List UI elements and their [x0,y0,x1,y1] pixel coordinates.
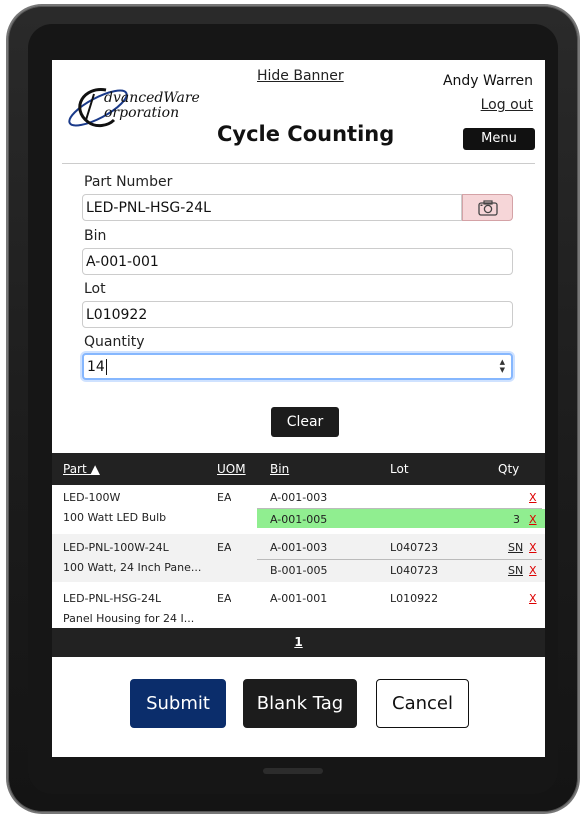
row-description: Panel Housing for 24 I... [63,612,195,625]
bin-label: Bin [84,228,107,244]
cancel-button[interactable]: Cancel [376,679,469,728]
lot-input[interactable]: L010922 [82,301,513,328]
row-lot: L040723 [390,541,439,554]
pagination-bar: 1 [52,628,545,657]
row-bin: A-001-001 [270,592,328,605]
blank-tag-button[interactable]: Blank Tag [243,679,357,728]
grid-header: Part ▲ UOM Bin Lot Qty [52,453,545,485]
hide-banner-link[interactable]: Hide Banner [257,68,344,84]
logo-text-line2: orporation [104,105,180,121]
row-uom: EA [217,491,232,504]
row-description: 100 Watt LED Bulb [63,511,167,524]
serial-number-link[interactable]: SN [508,541,523,554]
serial-number-link[interactable]: SN [508,564,523,577]
page-link[interactable]: 1 [294,635,302,649]
column-header-uom[interactable]: UOM [217,462,246,476]
lot-label: Lot [84,281,106,297]
page-title: Cycle Counting [217,122,395,146]
row-part: LED-100W [63,491,121,504]
remove-bin-button[interactable]: X [529,541,537,554]
column-header-qty: Qty [498,462,520,476]
row-lot: L010922 [390,592,439,605]
row-uom: EA [217,592,232,605]
row-bin: A-001-003 [270,491,328,504]
column-header-lot: Lot [390,462,409,476]
row-part: LED-PNL-HSG-24L [63,592,162,605]
remove-bin-button[interactable]: X [529,491,537,504]
quantity-label: Quantity [84,334,145,350]
quantity-value: 14 [87,359,105,375]
quantity-input[interactable]: 14 ▲ ▼ [82,353,513,380]
header-divider [62,163,535,164]
remove-bin-button[interactable]: X [529,564,537,577]
part-number-input[interactable]: LED-PNL-HSG-24L [82,194,462,221]
bin-input[interactable]: A-001-001 [82,248,513,275]
row-uom: EA [217,541,232,554]
row-qty: 3 [513,513,520,526]
column-header-part[interactable]: Part ▲ [63,462,100,476]
text-caret [105,359,107,375]
row-part: LED-PNL-100W-24L [63,541,169,554]
submit-button[interactable]: Submit [130,679,226,728]
remove-bin-button[interactable]: X [529,592,537,605]
row-bin: B-001-005 [270,564,328,577]
column-header-bin[interactable]: Bin [270,462,289,476]
part-number-label: Part Number [84,174,173,190]
row-bin: A-001-005 [270,513,328,526]
row-description: 100 Watt, 24 Inch Pane... [63,561,202,574]
camera-icon [477,200,498,216]
menu-button[interactable]: Menu [463,128,535,150]
logo-text-line1: dvancedWare [104,90,200,106]
clear-button[interactable]: Clear [271,407,339,437]
user-name: Andy Warren [442,73,533,89]
quantity-spinner-icon[interactable]: ▲ ▼ [500,358,505,374]
row-bin: A-001-003 [270,541,328,554]
logout-link[interactable]: Log out [481,97,533,113]
company-logo: dvancedWare orporation [64,78,214,134]
app-screen: dvancedWare orporation Hide Banner Cycle… [52,60,545,757]
bin-divider [257,559,542,560]
scan-camera-button[interactable] [462,194,513,221]
home-indicator [263,768,323,774]
remove-bin-button[interactable]: X [529,513,537,526]
row-lot: L040723 [390,564,439,577]
